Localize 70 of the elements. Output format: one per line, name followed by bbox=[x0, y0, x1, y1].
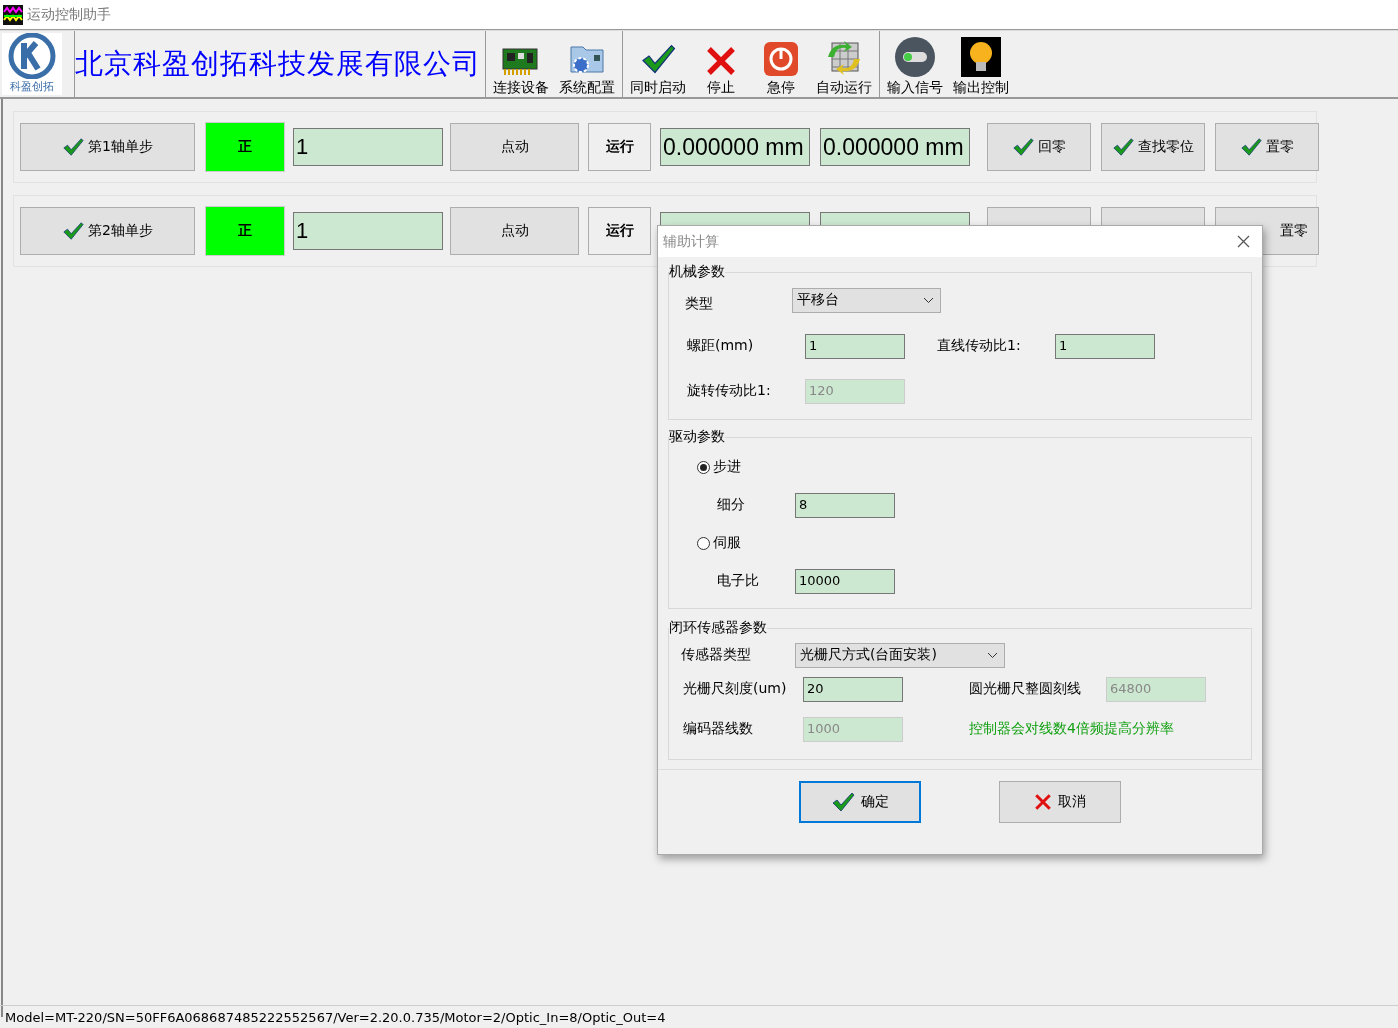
field-label: 传感器类型 bbox=[681, 646, 752, 664]
sensor-type-dropdown[interactable]: 光栅尺方式(台面安装) bbox=[795, 642, 1005, 668]
hint-text: 控制器会对线数4倍频提高分辨率 bbox=[969, 720, 1174, 738]
toolbar-button[interactable]: 连接设备 bbox=[488, 31, 554, 97]
check-icon bbox=[1240, 136, 1262, 158]
field-label: 直线传动比1: bbox=[937, 337, 1022, 355]
window-title: 运动控制助手 bbox=[27, 5, 111, 24]
toolbar-button[interactable]: 同时启动 bbox=[625, 31, 691, 97]
direction-button[interactable]: 正 bbox=[205, 206, 285, 256]
direction-button[interactable]: 正 bbox=[205, 122, 285, 172]
input-field[interactable]: 1 bbox=[1055, 333, 1155, 359]
toolbar-button[interactable]: 输出控制 bbox=[948, 31, 1014, 97]
chevron-down-icon bbox=[923, 296, 934, 304]
position-readout[interactable]: 0.000000 mm bbox=[660, 128, 810, 166]
toolbar-button[interactable]: 急停 bbox=[751, 31, 811, 97]
toolbar-button[interactable]: 输入信号 bbox=[882, 31, 948, 97]
field-label: 电子比 bbox=[717, 572, 760, 590]
close-icon[interactable] bbox=[1237, 235, 1250, 248]
field-label: 光栅尺刻度(um) bbox=[683, 680, 788, 698]
mode-radio[interactable]: 伺服 bbox=[697, 534, 741, 552]
check-icon bbox=[62, 136, 85, 158]
cancel-button[interactable]: 取消 bbox=[999, 781, 1121, 823]
field-label: 类型 bbox=[685, 295, 714, 313]
find-zero-button[interactable]: 查找零位 bbox=[1101, 123, 1205, 171]
group-title: 闭环传感器参数 bbox=[669, 619, 767, 637]
field-label: 编码器线数 bbox=[683, 720, 754, 738]
group-title: 驱动参数 bbox=[669, 428, 725, 446]
check-icon bbox=[1112, 136, 1134, 158]
field-label: 细分 bbox=[717, 496, 746, 514]
input-field[interactable]: 20 bbox=[803, 676, 903, 702]
check-icon bbox=[1012, 136, 1034, 158]
logo-k-icon bbox=[8, 33, 56, 79]
circuit-board-icon bbox=[501, 45, 541, 77]
chevron-down-icon bbox=[987, 651, 998, 659]
type-dropdown[interactable]: 平移台 bbox=[792, 287, 941, 313]
app-icon bbox=[3, 4, 23, 25]
field-label: 圆光栅尺整圆刻线 bbox=[969, 680, 1082, 698]
jog-button[interactable]: 点动 bbox=[450, 123, 579, 171]
position-readout[interactable]: 0.000000 mm bbox=[820, 128, 970, 166]
run-button[interactable]: 运行 bbox=[588, 207, 651, 255]
status-bar: Model=MT-220/SN=50FF6A068687485222552567/Ver=2.20.0.735/Motor=2/Optic_In=8/Optic_Out=4 bbox=[0, 1005, 1398, 1028]
home-button[interactable]: 回零 bbox=[987, 123, 1091, 171]
set-zero-button[interactable]: 置零 bbox=[1215, 123, 1319, 171]
field-label: 旋转传动比1: bbox=[687, 382, 772, 400]
cross-icon bbox=[1034, 793, 1052, 811]
field-label: 螺距(mm) bbox=[687, 337, 755, 355]
run-button[interactable]: 运行 bbox=[588, 123, 651, 171]
toolbar-button[interactable]: 自动运行 bbox=[811, 31, 877, 97]
input-field[interactable]: 8 bbox=[795, 492, 895, 518]
step-input[interactable]: 1 bbox=[293, 212, 443, 250]
mode-radio[interactable]: 步进 bbox=[697, 458, 741, 476]
input-field[interactable]: 10000 bbox=[795, 568, 895, 594]
group-title: 机械参数 bbox=[669, 263, 725, 281]
dialog-title: 辅助计算 bbox=[663, 232, 719, 251]
company-name: 北京科盈创拓科技发展有限公司 bbox=[74, 31, 486, 97]
stop-icon bbox=[705, 45, 737, 77]
toggle-switch-icon bbox=[895, 37, 935, 77]
check-icon bbox=[62, 220, 85, 242]
jog-button[interactable]: 点动 bbox=[450, 207, 579, 255]
axis-step-button[interactable]: 第2轴单步 bbox=[20, 207, 195, 255]
toolbar-button[interactable]: 系统配置 bbox=[554, 31, 620, 97]
power-icon bbox=[763, 41, 799, 77]
check-icon bbox=[831, 790, 855, 814]
axis-step-button[interactable]: 第1轴单步 bbox=[20, 123, 195, 171]
toolbar-button[interactable]: 停止 bbox=[691, 31, 751, 97]
company-logo: 科盈创拓 bbox=[2, 33, 62, 95]
light-bulb-icon bbox=[961, 37, 1001, 77]
step-input[interactable]: 1 bbox=[293, 128, 443, 166]
input-field[interactable]: 1 bbox=[805, 333, 905, 359]
ok-button[interactable]: 确定 bbox=[799, 781, 921, 823]
